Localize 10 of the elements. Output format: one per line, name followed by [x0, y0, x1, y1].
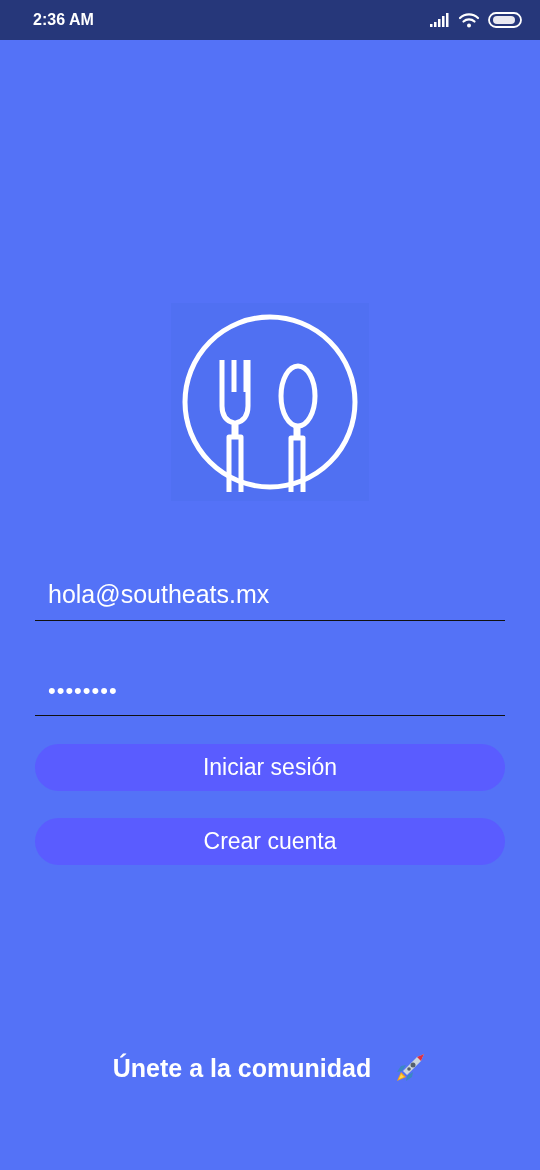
wifi-icon	[458, 12, 480, 28]
status-time: 2:36 AM	[33, 10, 94, 30]
email-field[interactable]: hola@southeats.mx	[35, 559, 505, 621]
login-button[interactable]: Iniciar sesión	[35, 744, 505, 791]
signal-icon	[430, 13, 450, 27]
join-community-text: Únete a la comunidad	[112, 1052, 372, 1084]
create-account-button[interactable]: Crear cuenta	[35, 818, 505, 865]
battery-icon	[488, 12, 522, 28]
fork-spoon-icon	[180, 312, 360, 492]
password-field[interactable]: ••••••••	[35, 621, 505, 716]
